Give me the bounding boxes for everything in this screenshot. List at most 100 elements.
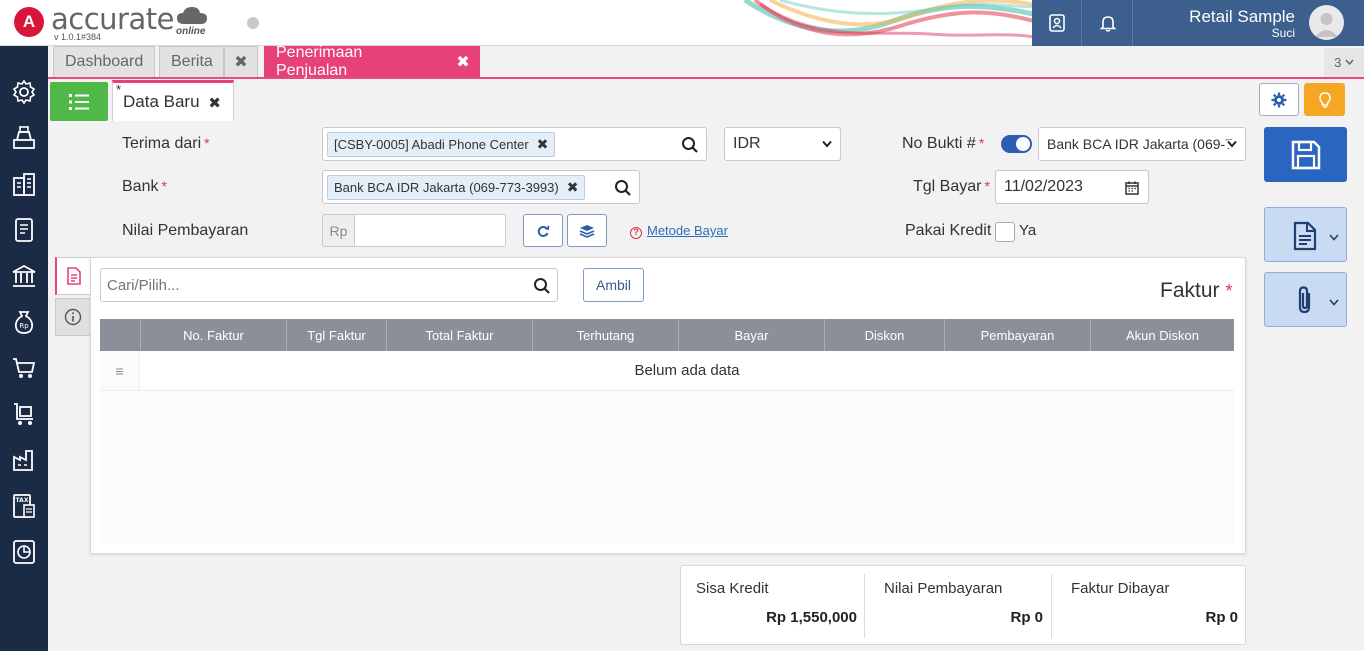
summary-label: Nilai Pembayaran bbox=[884, 580, 1003, 597]
summary-sisa-kredit: Sisa Kredit Rp 1,550,000 bbox=[681, 566, 865, 646]
remove-chip-icon[interactable]: ✖ bbox=[567, 179, 579, 196]
bank-label: Bank * bbox=[122, 178, 167, 195]
user-name: Suci bbox=[1271, 26, 1295, 40]
column-header[interactable]: Bayar bbox=[678, 319, 824, 351]
tab-penerimaan-close-icon[interactable]: ✖ bbox=[446, 46, 480, 77]
document-icon bbox=[67, 267, 81, 285]
auto-number-toggle[interactable] bbox=[1001, 135, 1032, 153]
cashier-icon[interactable] bbox=[10, 124, 38, 152]
layers-icon bbox=[579, 224, 595, 238]
tab-invoice-detail[interactable] bbox=[55, 257, 91, 295]
purchase-cart-icon[interactable] bbox=[10, 400, 38, 428]
main-sidebar: Rp TAX bbox=[0, 46, 48, 651]
document-actions-button[interactable] bbox=[1264, 207, 1347, 262]
logo-wordmark: accurate bbox=[51, 2, 174, 36]
summary-faktur-dibayar: Faktur Dibayar Rp 0 bbox=[1056, 566, 1246, 646]
pakai-kredit-checkbox[interactable] bbox=[995, 222, 1015, 242]
tab-bar: Dashboard Berita ✖ Penerimaan Penjualan … bbox=[48, 44, 1364, 79]
no-bukti-select[interactable]: Bank BCA IDR Jakarta (069-7 bbox=[1038, 127, 1246, 161]
summary-label: Faktur Dibayar bbox=[1071, 580, 1170, 597]
faktur-search-field[interactable] bbox=[100, 268, 558, 302]
tab-berita[interactable]: Berita bbox=[159, 46, 224, 77]
chevron-down-icon bbox=[822, 140, 832, 148]
cart-icon[interactable] bbox=[10, 354, 38, 382]
column-header[interactable]: Tgl Faktur bbox=[286, 319, 386, 351]
column-header[interactable]: Diskon bbox=[824, 319, 944, 351]
refresh-icon bbox=[537, 225, 550, 237]
tab-berita-close-icon[interactable]: ✖ bbox=[224, 46, 258, 77]
list-view-button[interactable] bbox=[50, 82, 108, 121]
ledger-icon[interactable] bbox=[10, 216, 38, 244]
divider bbox=[864, 574, 865, 638]
settings-button[interactable] bbox=[1259, 83, 1299, 116]
accurate-logo-icon[interactable]: A bbox=[14, 7, 44, 37]
avatar[interactable] bbox=[1309, 5, 1344, 40]
settings-icon[interactable] bbox=[10, 78, 38, 106]
save-icon bbox=[1291, 140, 1320, 169]
faktur-grid-header: No. Faktur Tgl Faktur Total Faktur Terhu… bbox=[100, 319, 1234, 351]
tips-button[interactable] bbox=[1304, 83, 1345, 116]
search-icon[interactable] bbox=[533, 277, 551, 295]
bank-icon[interactable] bbox=[10, 262, 38, 290]
tab-count-dropdown[interactable]: 3 bbox=[1324, 48, 1364, 77]
column-header[interactable]: Terhutang bbox=[532, 319, 678, 351]
header-decoration bbox=[743, 0, 1050, 42]
nilai-pembayaran-input[interactable] bbox=[354, 214, 506, 247]
layers-button[interactable] bbox=[567, 214, 607, 247]
summary-value: Rp 1,550,000 bbox=[766, 609, 857, 626]
factory-icon[interactable] bbox=[10, 446, 38, 474]
top-header: A accurate online v 1.0.1#384 Retail Sam… bbox=[0, 0, 1364, 46]
tab-info[interactable] bbox=[55, 298, 91, 336]
help-icon: ? bbox=[630, 227, 642, 239]
money-bag-icon[interactable]: Rp bbox=[10, 308, 38, 336]
tgl-bayar-field[interactable]: 11/02/2023 bbox=[995, 170, 1149, 204]
search-icon[interactable] bbox=[681, 136, 699, 154]
search-icon[interactable] bbox=[614, 179, 632, 197]
contacts-button[interactable] bbox=[1032, 0, 1082, 46]
logo-online-label: online bbox=[176, 26, 206, 37]
currency-select[interactable]: IDR bbox=[724, 127, 841, 161]
row-menu-icon[interactable]: ≡ bbox=[100, 351, 140, 391]
terima-dari-label: Terima dari * bbox=[122, 135, 210, 152]
attachment-button[interactable] bbox=[1264, 272, 1347, 327]
tab-data-baru[interactable]: * Data Baru ✖ bbox=[112, 80, 234, 121]
save-button[interactable] bbox=[1264, 127, 1347, 182]
terima-dari-field[interactable]: [CSBY-0005] Abadi Phone Center ✖ bbox=[322, 127, 707, 161]
bank-field[interactable]: Bank BCA IDR Jakarta (069-773-3993) ✖ bbox=[322, 170, 640, 204]
chevron-down-icon bbox=[1329, 299, 1339, 306]
tax-icon[interactable]: TAX bbox=[10, 492, 38, 520]
notifications-button[interactable] bbox=[1083, 0, 1133, 46]
list-icon bbox=[69, 93, 89, 110]
column-header[interactable]: No. Faktur bbox=[140, 319, 286, 351]
document-icon bbox=[1293, 221, 1317, 251]
close-icon[interactable]: ✖ bbox=[208, 94, 221, 112]
paperclip-icon bbox=[1298, 286, 1311, 314]
calendar-icon[interactable] bbox=[1125, 181, 1139, 195]
refresh-button[interactable] bbox=[523, 214, 563, 247]
column-header[interactable]: Total Faktur bbox=[386, 319, 532, 351]
ambil-button[interactable]: Ambil bbox=[583, 268, 644, 302]
summary-value: Rp 0 bbox=[1010, 609, 1043, 626]
currency-prefix: Rp bbox=[322, 214, 355, 247]
pakai-kredit-label: Pakai Kredit bbox=[905, 222, 992, 239]
info-icon bbox=[64, 308, 82, 326]
faktur-grid-body: ≡ Belum ada data bbox=[100, 351, 1234, 543]
svg-text:TAX: TAX bbox=[16, 497, 29, 504]
user-menu[interactable]: Retail Sample Suci bbox=[1134, 0, 1364, 46]
building-icon[interactable] bbox=[10, 170, 38, 198]
divider bbox=[1051, 574, 1052, 638]
payment-summary: Sisa Kredit Rp 1,550,000 Nilai Pembayara… bbox=[680, 565, 1246, 645]
tab-penerimaan-penjualan[interactable]: Penerimaan Penjualan bbox=[264, 44, 446, 79]
gear-icon bbox=[1271, 92, 1287, 107]
nilai-pembayaran-label: Nilai Pembayaran bbox=[122, 222, 249, 239]
no-bukti-label: No Bukti # * bbox=[902, 135, 985, 152]
remove-chip-icon[interactable]: ✖ bbox=[537, 136, 549, 153]
column-header[interactable]: Akun Diskon bbox=[1090, 319, 1234, 351]
column-header[interactable]: Pembayaran bbox=[944, 319, 1090, 351]
tab-dashboard[interactable]: Dashboard bbox=[53, 46, 155, 77]
report-icon[interactable] bbox=[10, 538, 38, 566]
faktur-search-input[interactable] bbox=[107, 274, 527, 296]
metode-bayar-link[interactable]: ? Metode Bayar bbox=[630, 223, 728, 239]
empty-state-message: Belum ada data bbox=[140, 351, 1234, 391]
doc-tab-label: Data Baru bbox=[123, 92, 200, 111]
